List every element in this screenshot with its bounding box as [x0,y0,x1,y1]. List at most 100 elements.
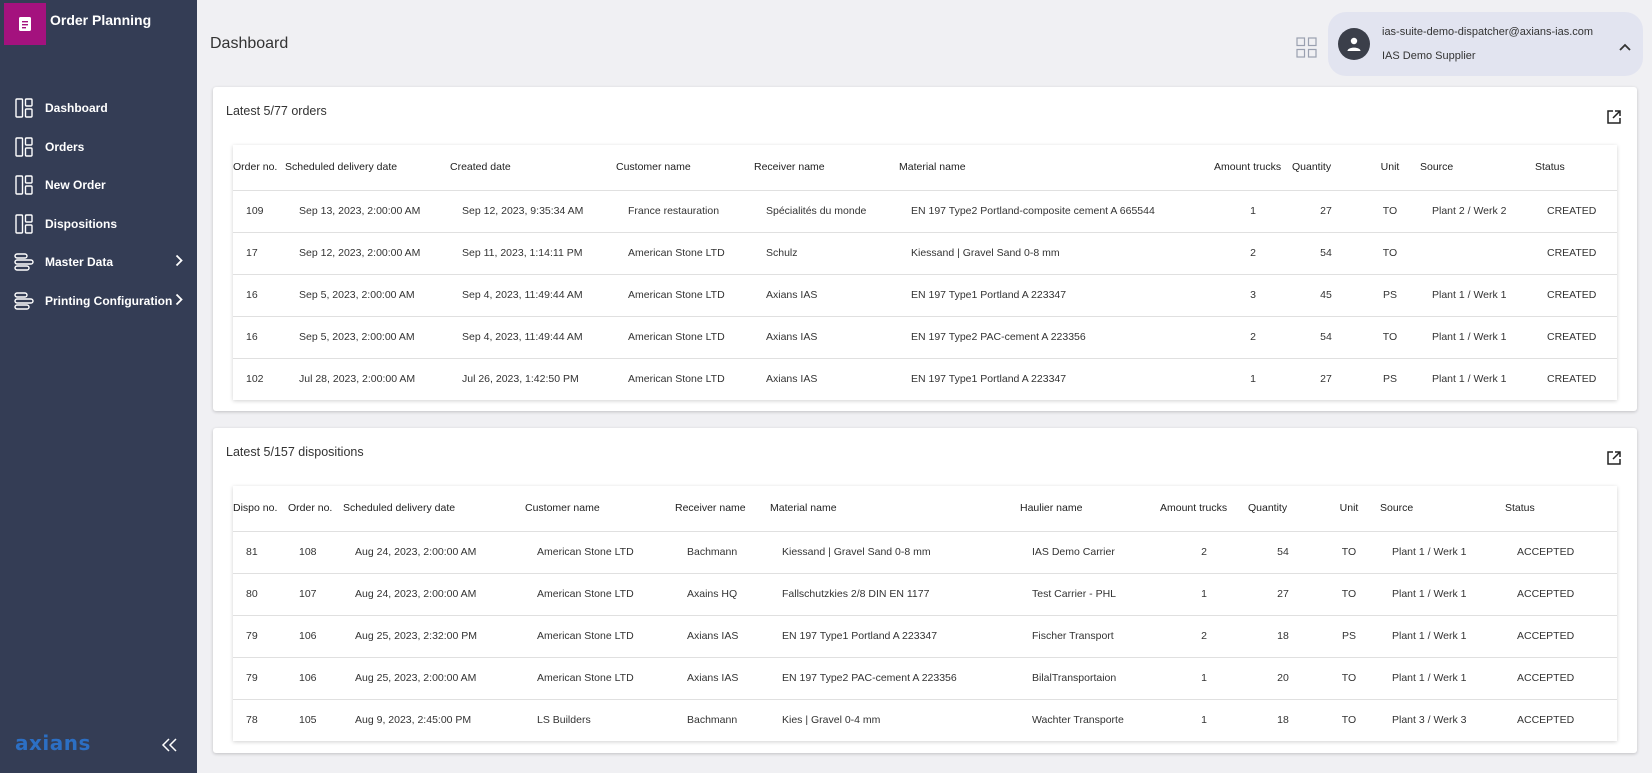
table-row[interactable]: 78 105 Aug 9, 2023, 2:45:00 PM LS Builde… [233,698,1617,741]
table-cell: 79 [233,656,288,699]
table-cell: Sep 5, 2023, 2:00:00 AM [285,273,450,316]
column-header[interactable]: Customer name [616,145,754,190]
table-cell: TO [1360,231,1420,274]
dispositions-table-container: Dispo no. Order no. Scheduled delivery d… [233,486,1617,741]
table-cell: Fischer Transport [1020,614,1160,657]
table-row[interactable]: 16 Sep 5, 2023, 2:00:00 AM Sep 4, 2023, … [233,315,1617,358]
table-cell: Aug 25, 2023, 2:32:00 PM [343,614,525,657]
table-cell: 18 [1248,698,1318,741]
column-header[interactable]: Amount trucks [1160,486,1248,531]
table-cell: France restauration [616,189,754,232]
column-header[interactable]: Receiver name [754,145,899,190]
table-cell: 16 [233,315,285,358]
table-cell: LS Builders [525,698,675,741]
column-header[interactable]: Order no. [233,145,285,190]
column-header[interactable]: Quantity [1248,486,1318,531]
table-cell: 2 [1160,614,1248,657]
table-row[interactable]: 102 Jul 28, 2023, 2:00:00 AM Jul 26, 202… [233,357,1617,400]
column-header[interactable]: Order no. [288,486,343,531]
column-header[interactable]: Quantity [1292,145,1360,190]
chevron-up-icon[interactable] [1619,38,1631,56]
column-header[interactable]: Status [1535,145,1617,190]
table-cell: Plant 1 / Werk 1 [1380,656,1505,699]
user-icon [1347,37,1361,51]
column-header[interactable]: Material name [770,486,1020,531]
dispositions-table: Dispo no. Order no. Scheduled delivery d… [233,486,1617,741]
table-cell: PS [1318,614,1380,657]
column-header[interactable]: Source [1380,486,1505,531]
column-header[interactable]: Unit [1318,486,1380,531]
table-cell: EN 197 Type1 Portland A 223347 [899,273,1214,316]
table-cell: American Stone LTD [525,572,675,615]
table-cell: EN 197 Type2 Portland-composite cement A… [899,189,1214,232]
chevron-right-icon[interactable] [175,293,183,308]
sidebar-item-label: Dashboard [45,101,108,116]
table-row[interactable]: 17 Sep 12, 2023, 2:00:00 AM Sep 11, 2023… [233,231,1617,274]
table-cell: Axians IAS [754,315,899,358]
table-cell: American Stone LTD [525,656,675,699]
column-header[interactable]: Status [1505,486,1617,531]
dashboard-icon [14,98,34,118]
column-header[interactable]: Source [1420,145,1535,190]
table-row[interactable]: 80 107 Aug 24, 2023, 2:00:00 AM American… [233,572,1617,615]
sidebar-item-master-data[interactable]: Master Data [0,243,197,282]
column-header[interactable]: Scheduled delivery date [285,145,450,190]
sidebar-item-orders[interactable]: Orders [0,128,197,167]
document-icon [19,17,31,31]
collapse-sidebar-button[interactable] [161,738,179,757]
table-cell: Spécialités du monde [754,189,899,232]
table-row[interactable]: 109 Sep 13, 2023, 2:00:00 AM Sep 12, 202… [233,189,1617,232]
sidebar-item-dispositions[interactable]: Dispositions [0,205,197,244]
double-chevron-left-icon [161,738,177,752]
table-row[interactable]: 81 108 Aug 24, 2023, 2:00:00 AM American… [233,530,1617,573]
table-cell: IAS Demo Carrier [1020,530,1160,573]
table-cell: 54 [1292,315,1360,358]
table-cell: TO [1318,572,1380,615]
column-header[interactable]: Receiver name [675,486,770,531]
column-header[interactable]: Dispo no. [233,486,288,531]
open-in-new-icon[interactable] [1606,109,1622,130]
chevron-right-icon[interactable] [175,255,183,270]
table-row[interactable]: 79 106 Aug 25, 2023, 2:00:00 AM American… [233,656,1617,699]
table-row[interactable]: 16 Sep 5, 2023, 2:00:00 AM Sep 4, 2023, … [233,273,1617,316]
orders-header-row: Order no. Scheduled delivery date Create… [233,145,1617,190]
table-cell: ACCEPTED [1505,656,1617,699]
sidebar-item-label: Printing Configuration [45,293,173,308]
table-cell: Aug 24, 2023, 2:00:00 AM [343,572,525,615]
table-cell: Plant 1 / Werk 1 [1420,315,1535,358]
column-header[interactable]: Unit [1360,145,1420,190]
table-cell: Sep 13, 2023, 2:00:00 AM [285,189,450,232]
open-in-new-icon[interactable] [1606,450,1622,471]
sidebar: Order Planning Dashboard Orders New Orde… [0,0,197,773]
column-header[interactable]: Scheduled delivery date [343,486,525,531]
app-logo[interactable] [4,3,46,45]
table-cell: American Stone LTD [616,273,754,316]
sidebar-nav: Dashboard Orders New Order Dispositions … [0,89,197,320]
sidebar-item-dashboard[interactable]: Dashboard [0,89,197,128]
column-header[interactable]: Customer name [525,486,675,531]
app-grid-button[interactable] [1296,37,1317,63]
sidebar-item-new-order[interactable]: New Order [0,166,197,205]
table-cell: TO [1360,189,1420,232]
grid-icon [1296,37,1317,58]
column-header[interactable]: Amount trucks [1214,145,1292,190]
table-cell: Axains HQ [675,572,770,615]
table-cell: Fallschutzkies 2/8 DIN EN 1177 [770,572,1020,615]
user-menu[interactable]: ias-suite-demo-dispatcher@axians-ias.com… [1328,12,1643,76]
sidebar-item-printing-configuration[interactable]: Printing Configuration [0,282,197,321]
orders-table-container: Order no. Scheduled delivery date Create… [233,145,1617,400]
column-header[interactable]: Material name [899,145,1214,190]
table-cell: Sep 11, 2023, 1:14:11 PM [450,231,616,274]
table-cell: Plant 1 / Werk 1 [1420,273,1535,316]
table-row[interactable]: 79 106 Aug 25, 2023, 2:32:00 PM American… [233,614,1617,657]
table-cell: 17 [233,231,285,274]
column-header[interactable]: Created date [450,145,616,190]
table-cell: Sep 12, 2023, 2:00:00 AM [285,231,450,274]
table-cell: Kiessand | Gravel Sand 0-8 mm [899,231,1214,274]
table-cell: ACCEPTED [1505,572,1617,615]
column-header[interactable]: Haulier name [1020,486,1160,531]
table-cell: 3 [1214,273,1292,316]
table-cell: American Stone LTD [616,357,754,400]
user-email: ias-suite-demo-dispatcher@axians-ias.com [1382,26,1594,38]
table-cell: TO [1360,315,1420,358]
